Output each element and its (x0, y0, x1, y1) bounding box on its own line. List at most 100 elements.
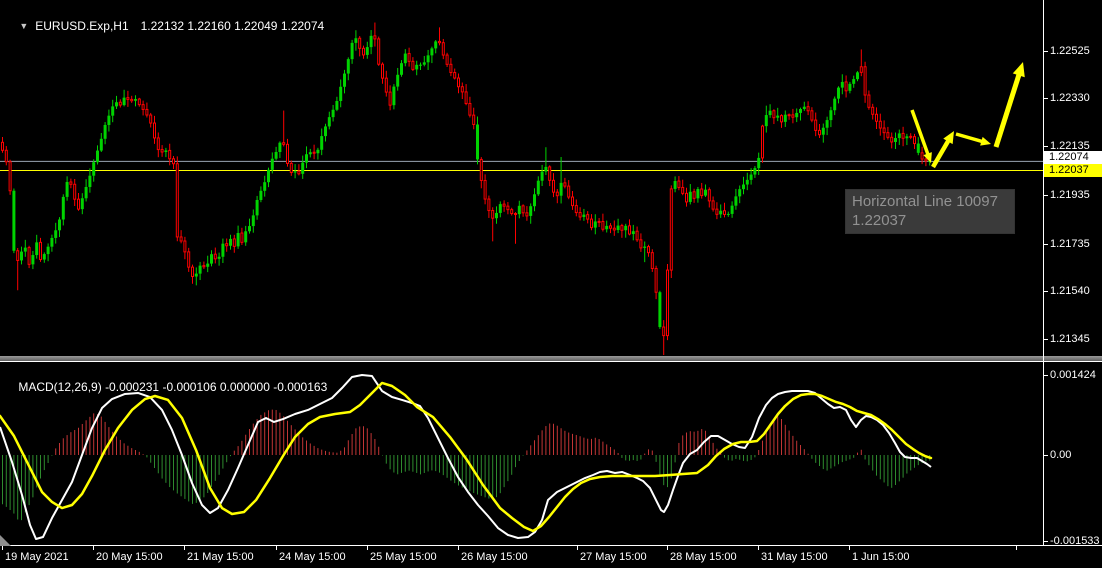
candle (188, 248, 190, 272)
candle (792, 109, 794, 123)
candle (309, 149, 312, 158)
candle (617, 219, 620, 233)
candle (507, 202, 509, 214)
candle (396, 68, 399, 91)
time-axis[interactable]: 19 May 202120 May 15:0021 May 15:0024 Ma… (0, 545, 1102, 568)
candle (582, 209, 585, 221)
macd-pane-top-border (0, 361, 1102, 362)
candle (795, 108, 798, 122)
macd-tick-label: 0.001424 (1050, 369, 1096, 381)
time-tick-label: 21 May 15:00 (187, 551, 254, 563)
candle (104, 122, 107, 144)
candle (184, 237, 186, 259)
candle (127, 91, 129, 107)
scroll-corner-marker[interactable] (0, 535, 11, 546)
candle (226, 239, 228, 252)
candle (553, 173, 555, 197)
candle (529, 203, 532, 223)
candle (837, 86, 840, 103)
price-tick-label: 1.21540 (1050, 285, 1090, 297)
candle (811, 107, 813, 122)
candle (902, 127, 904, 146)
candle (256, 196, 259, 220)
candle (43, 252, 46, 262)
candle (427, 50, 430, 70)
candle (81, 193, 84, 214)
candle (776, 108, 779, 121)
candle (753, 166, 756, 178)
candle (879, 114, 881, 136)
candle (905, 134, 908, 145)
time-tick (184, 546, 185, 550)
candle (499, 201, 502, 217)
candle (370, 30, 373, 54)
candle (221, 239, 224, 263)
candle (898, 130, 901, 145)
price-chart-pane[interactable] (0, 0, 1043, 356)
time-axis-border (0, 545, 1102, 546)
candle (689, 184, 692, 204)
time-tick-label: 1 Jun 15:00 (852, 551, 910, 563)
candle (263, 176, 266, 197)
candle (100, 133, 103, 152)
trend-arrows-layer[interactable] (912, 62, 1025, 167)
candle (781, 114, 783, 128)
time-tick (367, 546, 368, 550)
candle (96, 145, 99, 164)
candle (404, 49, 407, 66)
candle (731, 201, 734, 217)
candle (640, 233, 642, 252)
hline-price-box: 1.22037 (1044, 164, 1102, 177)
candle (389, 85, 391, 110)
candle (58, 217, 61, 237)
time-tick-label: 20 May 15:00 (96, 551, 163, 563)
candle (716, 202, 718, 219)
candle (658, 291, 661, 329)
candle (412, 57, 414, 71)
candle (382, 62, 384, 83)
chevron-down-icon[interactable]: ▼ (19, 21, 28, 31)
candle (2, 137, 4, 153)
candle (803, 102, 806, 111)
candle (503, 200, 505, 212)
candle (85, 179, 88, 201)
time-tick (577, 546, 578, 550)
candle (123, 90, 126, 107)
candle (799, 108, 802, 121)
time-tick-label: 28 May 15:00 (670, 551, 737, 563)
candle (712, 196, 714, 211)
candle (682, 180, 684, 196)
candle (488, 196, 490, 218)
candle (572, 191, 574, 210)
candle (822, 124, 825, 143)
candle (31, 251, 34, 269)
candle (35, 235, 38, 259)
candle (746, 173, 749, 190)
candle (815, 113, 817, 137)
candle (522, 204, 524, 216)
trend-arrow[interactable] (996, 62, 1025, 147)
candle (138, 98, 140, 107)
bid-price-box: 1.22074 (1044, 151, 1102, 164)
price-axis[interactable]: 1.225251.223301.221351.219351.217351.215… (1043, 0, 1102, 545)
candle (283, 111, 285, 147)
candle (476, 116, 479, 164)
candle (354, 30, 357, 50)
candle (111, 100, 114, 122)
candle (415, 61, 418, 75)
candle (701, 183, 703, 199)
candle (298, 164, 300, 175)
time-tick-label: 19 May 2021 (5, 551, 69, 563)
candle (131, 96, 133, 103)
candle (663, 320, 665, 355)
trend-arrow[interactable] (956, 134, 991, 146)
candle (579, 207, 581, 220)
candle (511, 208, 513, 216)
candle (275, 147, 278, 161)
candle (568, 180, 570, 199)
time-tick (849, 546, 850, 550)
candle (556, 189, 558, 203)
candle (119, 99, 121, 107)
candle (856, 71, 859, 81)
time-tick (758, 546, 759, 550)
